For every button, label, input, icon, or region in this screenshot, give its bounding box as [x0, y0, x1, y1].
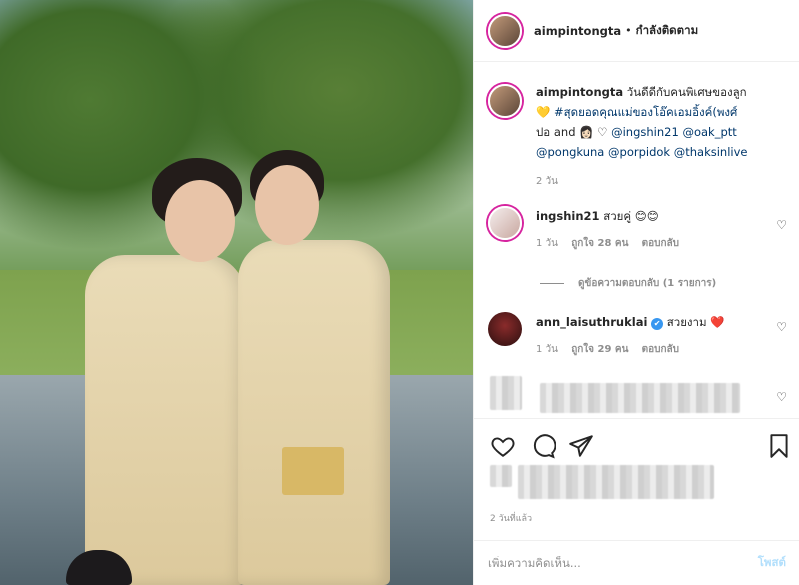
comment-text: สวยงาม — [666, 315, 707, 329]
comment-emoji: ❤️ — [710, 315, 725, 329]
add-comment-input[interactable] — [488, 556, 758, 570]
post-timestamp[interactable]: 2 วันที่แล้ว — [490, 511, 532, 525]
comment-username[interactable]: ingshin21 — [536, 209, 600, 223]
comment-time[interactable]: 1 วัน — [536, 344, 558, 355]
mention-porpidok[interactable]: @porpidok — [608, 145, 670, 159]
post-photo[interactable] — [0, 0, 473, 585]
add-comment-bar: โพสต์ — [474, 540, 799, 585]
caption-line3: ปอ and — [536, 125, 576, 139]
comment-likes[interactable]: ถูกใจ 29 คน — [571, 344, 628, 355]
comment-reply-button[interactable]: ตอบกลับ — [642, 238, 679, 249]
heart-symbol: ♡ — [597, 125, 608, 139]
verified-badge-icon: ✔ — [651, 318, 664, 330]
photo-person-left — [85, 255, 245, 585]
photo-trees — [0, 0, 473, 270]
blurred-comment-text — [540, 383, 740, 413]
photo-clutch — [282, 447, 344, 495]
author-avatar[interactable] — [488, 13, 522, 48]
caption-avatar[interactable] — [488, 84, 522, 118]
mention-oak-ptt[interactable]: @oak_ptt — [682, 125, 736, 139]
comment-item: ann_laisuthruklai ✔ สวยงาม ❤️ 1 วัน ถูกใ… — [488, 312, 788, 357]
comment-text: สวยคู่ — [603, 209, 632, 223]
view-replies-row[interactable]: ดูข้อความตอบกลับ (1 รายการ) — [540, 276, 716, 291]
post-side-panel: aimpintongta • กำลังติดตาม aimpintongta … — [473, 0, 799, 585]
header-separator: • — [625, 24, 632, 37]
photo-face-right — [255, 165, 319, 245]
post-header: aimpintongta • กำลังติดตาม — [474, 0, 799, 62]
post-actions: 2 วันที่แล้ว — [474, 418, 799, 538]
photo-person-right — [238, 240, 390, 585]
comment-icon[interactable] — [530, 433, 557, 459]
blurred-avatar — [490, 376, 522, 410]
heart-icon[interactable] — [490, 433, 516, 459]
comment-reply-button[interactable]: ตอบกลับ — [642, 344, 679, 355]
post-comment-button[interactable]: โพสต์ — [758, 554, 786, 572]
blurred-likes-text — [518, 465, 714, 499]
mention-thaksinlive[interactable]: @thaksinlive — [674, 145, 748, 159]
comment-time[interactable]: 1 วัน — [536, 238, 558, 249]
comment-like-icon[interactable]: ♡ — [776, 390, 787, 404]
comment-username[interactable]: ann_laisuthruklai — [536, 315, 647, 329]
author-username[interactable]: aimpintongta — [534, 24, 621, 38]
yellow-heart-emoji: 💛 — [536, 105, 551, 119]
share-icon[interactable] — [568, 433, 594, 459]
comment-like-icon[interactable]: ♡ — [776, 218, 787, 232]
comment-likes[interactable]: ถูกใจ 28 คน — [571, 238, 628, 249]
caption-line1: วันดีดีกับคนพิเศษของลูก — [626, 85, 747, 99]
caption-timestamp[interactable]: 2 วัน — [536, 174, 786, 189]
comment-avatar[interactable] — [488, 312, 522, 346]
comment-avatar[interactable] — [488, 206, 522, 240]
blurred-likes-avatar — [490, 465, 512, 487]
mention-pongkuna[interactable]: @pongkuna — [536, 145, 604, 159]
hashtag-link[interactable]: #สุดยอดคุณแม่ของโอ๊คเอมอิ้งค์(พงศ์ — [554, 105, 737, 119]
bookmark-icon[interactable] — [766, 433, 792, 459]
following-button[interactable]: กำลังติดตาม — [636, 22, 699, 40]
view-replies-link[interactable]: ดูข้อความตอบกลับ (1 รายการ) — [578, 276, 716, 291]
caption: aimpintongta วันดีดีกับคนพิเศษของลูก 💛 #… — [488, 82, 788, 189]
replies-divider-line — [540, 283, 564, 284]
caption-username[interactable]: aimpintongta — [536, 85, 623, 99]
photo-face-left — [165, 180, 235, 262]
woman-emoji: 👩🏻 — [579, 125, 594, 139]
comment-like-icon[interactable]: ♡ — [776, 320, 787, 334]
mention-ingshin21[interactable]: @ingshin21 — [611, 125, 679, 139]
comment-item: ingshin21 สวยคู่ 😊😊 1 วัน ถูกใจ 28 คน ตอ… — [488, 206, 788, 251]
comment-emoji: 😊😊 — [634, 209, 659, 223]
